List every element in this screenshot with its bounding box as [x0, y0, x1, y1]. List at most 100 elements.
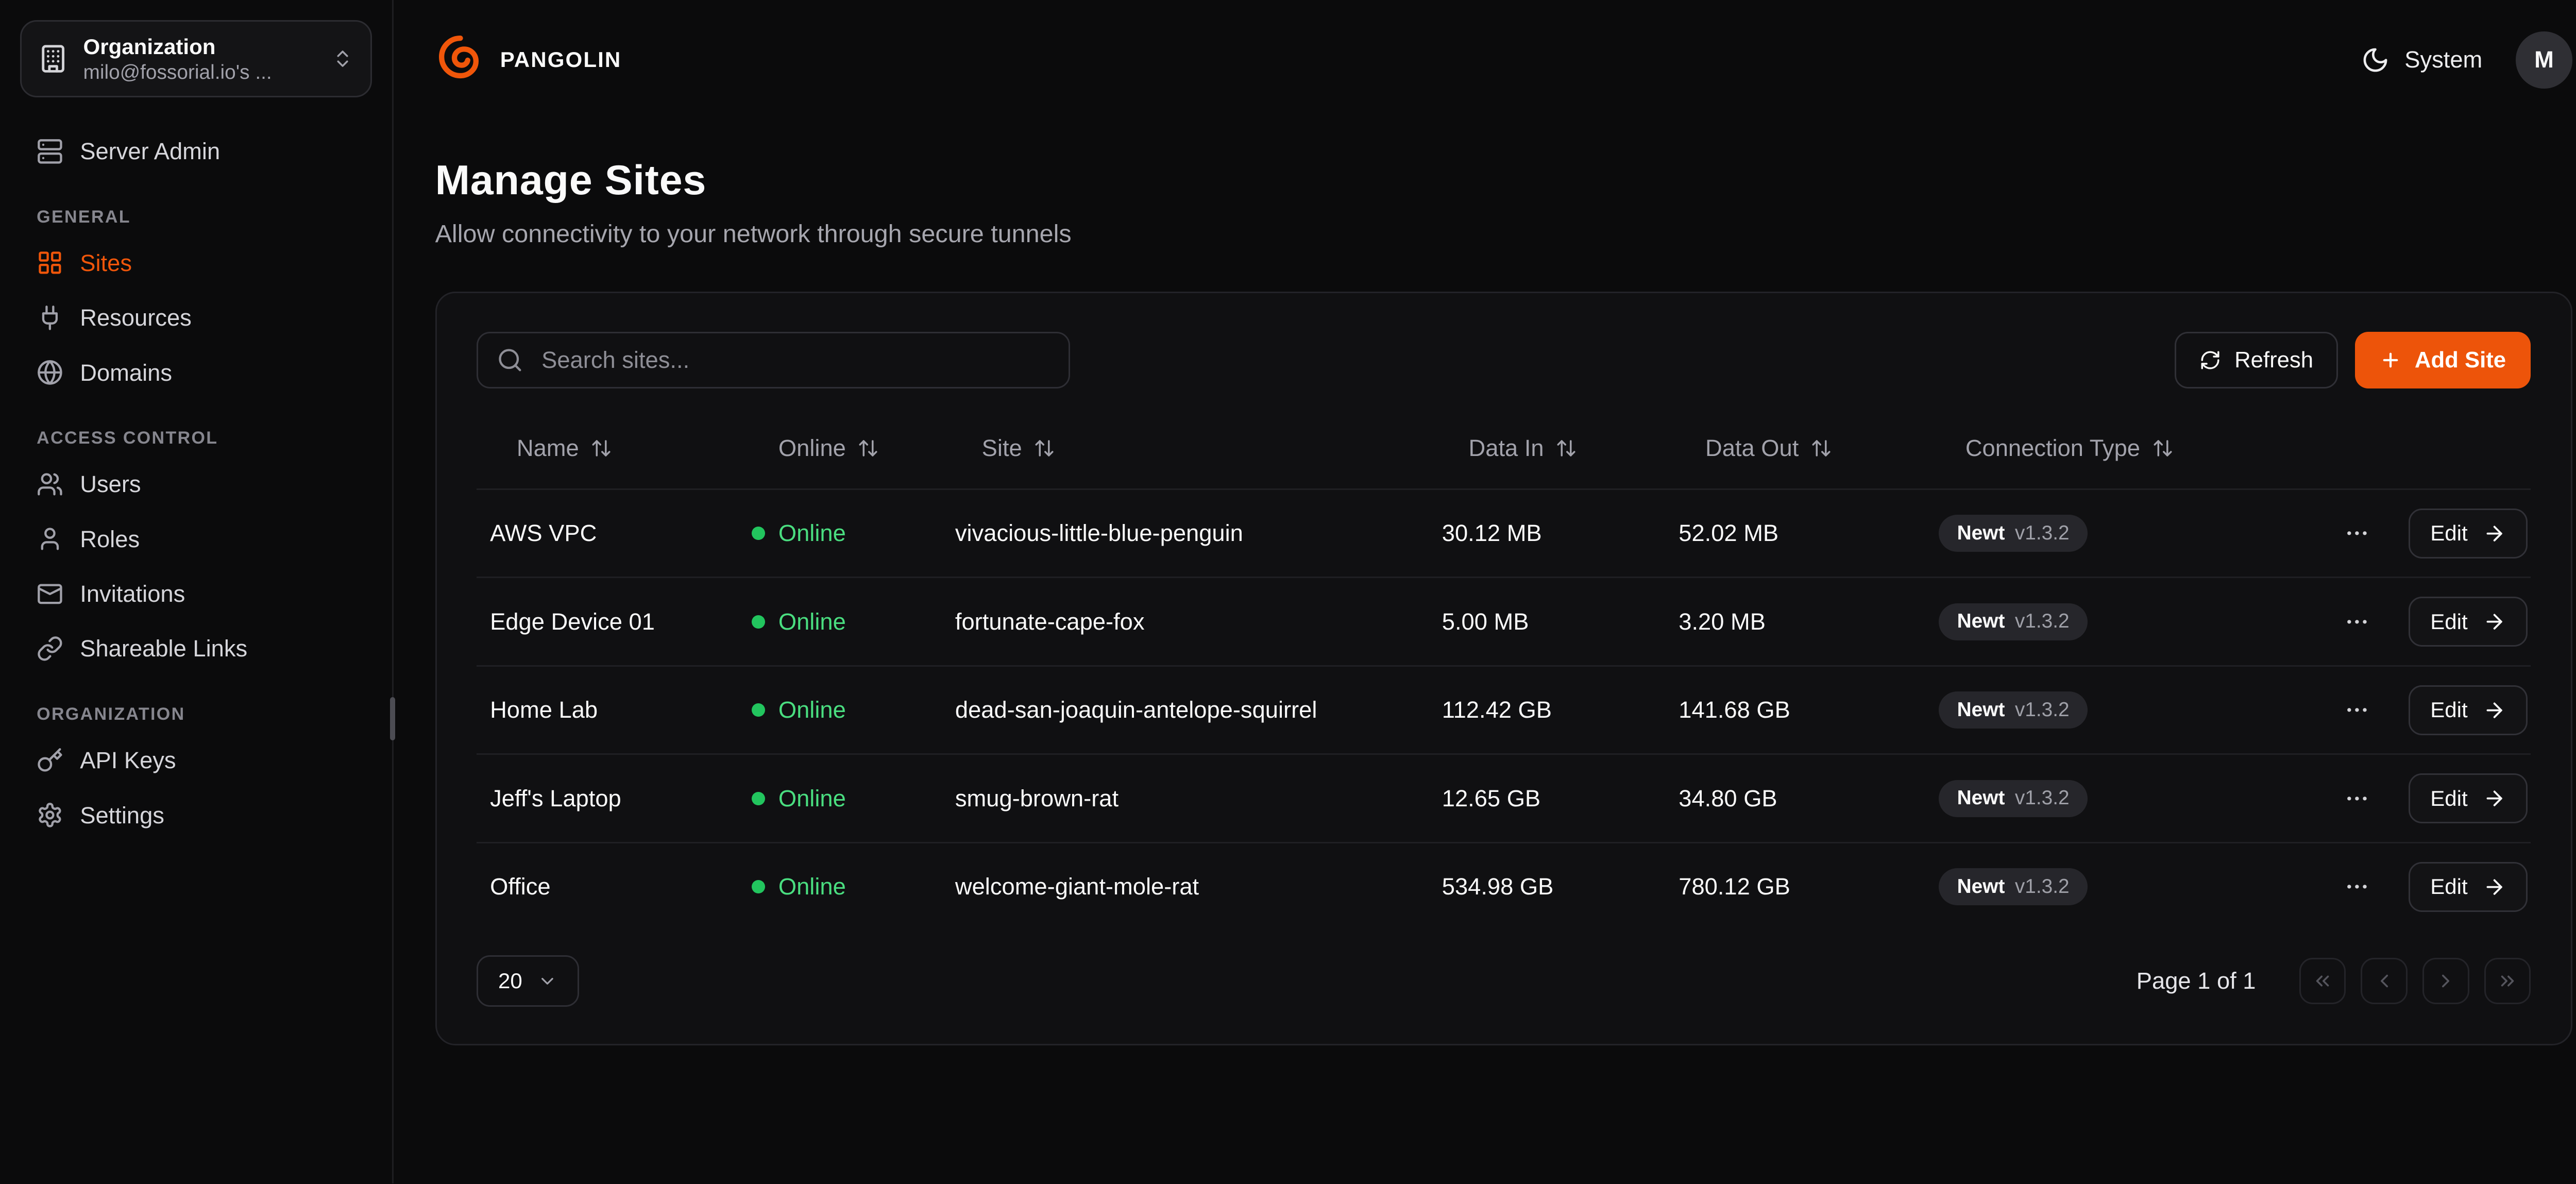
- connection-type-badge: Newt v1.3.2: [1939, 603, 2088, 640]
- edit-button[interactable]: Edit: [2409, 862, 2528, 912]
- globe-icon: [37, 359, 63, 386]
- previous-page-button[interactable]: [2361, 958, 2408, 1005]
- next-page-button[interactable]: [2422, 958, 2469, 1005]
- data-in-cell: 12.65 GB: [1429, 785, 1665, 812]
- sidebar-item-invitations[interactable]: Invitations: [20, 566, 372, 621]
- add-site-button[interactable]: Add Site: [2355, 332, 2531, 388]
- page-content: Manage Sites Allow connectivity to your …: [394, 120, 2576, 1045]
- organization-picker[interactable]: Organization milo@fossorial.io's ...: [20, 20, 372, 97]
- sidebar-scrollbar-thumb[interactable]: [390, 697, 395, 740]
- sidebar-item-users[interactable]: Users: [20, 457, 372, 512]
- link-icon: [37, 635, 63, 662]
- connection-type-name: Newt: [1957, 875, 2005, 899]
- chevron-down-icon: [537, 971, 557, 991]
- row-menu-button[interactable]: [2337, 513, 2377, 553]
- column-header-site[interactable]: Site: [942, 435, 1429, 462]
- sort-icon: [1555, 437, 1577, 459]
- table-header-row: Name Online Site Data In: [477, 409, 2531, 488]
- table-footer: 20 Page 1 of 1: [477, 955, 2531, 1007]
- search-icon: [497, 347, 523, 374]
- connection-type-version: v1.3.2: [2015, 521, 2070, 546]
- arrow-right-icon: [2483, 875, 2506, 899]
- site-tunnel-cell: welcome-giant-mole-rat: [942, 873, 1429, 900]
- column-header-connection-type[interactable]: Connection Type: [1925, 435, 2357, 462]
- app-root: Organization milo@fossorial.io's ... Ser…: [0, 0, 2576, 1183]
- first-page-button[interactable]: [2299, 958, 2346, 1005]
- building-icon: [38, 44, 68, 74]
- row-actions: Edit: [2357, 509, 2531, 559]
- avatar[interactable]: M: [2516, 31, 2572, 88]
- site-tunnel-cell: fortunate-cape-fox: [942, 608, 1429, 635]
- connection-type-version: v1.3.2: [2015, 610, 2070, 634]
- row-menu-button[interactable]: [2337, 690, 2377, 730]
- site-name-cell: Edge Device 01: [477, 608, 738, 635]
- data-out-cell: 780.12 GB: [1665, 873, 1925, 900]
- page-size-select[interactable]: 20: [477, 955, 579, 1007]
- sidebar-item-shareable-links[interactable]: Shareable Links: [20, 621, 372, 676]
- row-menu-button[interactable]: [2337, 602, 2377, 642]
- user-icon: [37, 526, 63, 552]
- sidebar-item-label: Invitations: [80, 578, 185, 610]
- edit-button[interactable]: Edit: [2409, 509, 2528, 559]
- column-header-online[interactable]: Online: [738, 435, 942, 462]
- row-menu-button[interactable]: [2337, 867, 2377, 907]
- online-status-label: Online: [778, 785, 846, 812]
- sidebar-item-settings[interactable]: Settings: [20, 788, 372, 842]
- connection-type-version: v1.3.2: [2015, 786, 2070, 810]
- refresh-button[interactable]: Refresh: [2175, 332, 2338, 388]
- connection-type-cell: Newt v1.3.2: [1925, 515, 2357, 552]
- site-tunnel-cell: dead-san-joaquin-antelope-squirrel: [942, 697, 1429, 723]
- sites-table: Name Online Site Data In: [477, 409, 2531, 931]
- edit-button[interactable]: Edit: [2409, 597, 2528, 647]
- online-status-label: Online: [778, 697, 846, 723]
- arrow-right-icon: [2483, 522, 2506, 545]
- row-actions: Edit: [2357, 597, 2531, 647]
- theme-toggle[interactable]: System: [2361, 46, 2482, 74]
- row-actions: Edit: [2357, 773, 2531, 823]
- connection-type-cell: Newt v1.3.2: [1925, 603, 2357, 640]
- search-box: [477, 332, 1070, 388]
- search-input[interactable]: [538, 345, 1050, 375]
- online-status-dot: [752, 880, 765, 893]
- sidebar-item-roles[interactable]: Roles: [20, 512, 372, 566]
- data-out-cell: 3.20 MB: [1665, 608, 1925, 635]
- connection-type-name: Newt: [1957, 521, 2005, 546]
- data-out-cell: 52.02 MB: [1665, 520, 1925, 547]
- sidebar-item-sites[interactable]: Sites: [20, 235, 372, 290]
- table-row: AWS VPC Online vivacious-little-blue-pen…: [477, 488, 2531, 577]
- refresh-icon: [2199, 349, 2221, 371]
- sidebar-item-server-admin[interactable]: Server Admin: [20, 124, 372, 179]
- edit-button[interactable]: Edit: [2409, 685, 2528, 735]
- sidebar-item-label: Resources: [80, 302, 192, 333]
- last-page-button[interactable]: [2484, 958, 2531, 1005]
- plus-icon: [2380, 349, 2401, 371]
- sidebar-item-label: Users: [80, 468, 141, 500]
- table-row: Home Lab Online dead-san-joaquin-antelop…: [477, 665, 2531, 754]
- column-header-name[interactable]: Name: [477, 435, 738, 462]
- section-label-organization: ORGANIZATION: [20, 704, 372, 724]
- row-menu-button[interactable]: [2337, 779, 2377, 819]
- mail-icon: [37, 581, 63, 607]
- column-header-data-in[interactable]: Data In: [1429, 435, 1665, 462]
- users-icon: [37, 471, 63, 498]
- connection-type-name: Newt: [1957, 698, 2005, 722]
- section-label-general: GENERAL: [20, 207, 372, 227]
- connection-type-badge: Newt v1.3.2: [1939, 691, 2088, 729]
- sidebar-item-label: Server Admin: [80, 136, 220, 167]
- sidebar-item-resources[interactable]: Resources: [20, 291, 372, 345]
- server-icon: [37, 138, 63, 165]
- edit-button[interactable]: Edit: [2409, 773, 2528, 823]
- sidebar-item-domains[interactable]: Domains: [20, 345, 372, 400]
- site-name-cell: AWS VPC: [477, 520, 738, 547]
- data-out-cell: 34.80 GB: [1665, 785, 1925, 812]
- sidebar: Organization milo@fossorial.io's ... Ser…: [0, 0, 394, 1183]
- connection-type-cell: Newt v1.3.2: [1925, 691, 2357, 729]
- sites-card: Refresh Add Site Name: [435, 292, 2572, 1045]
- sidebar-item-label: Settings: [80, 800, 164, 831]
- table-row: Jeff's Laptop Online smug-brown-rat 12.6…: [477, 753, 2531, 842]
- site-name-cell: Office: [477, 873, 738, 900]
- connection-type-badge: Newt v1.3.2: [1939, 780, 2088, 817]
- brand[interactable]: PANGOLIN: [435, 32, 622, 88]
- sidebar-item-api-keys[interactable]: API Keys: [20, 733, 372, 787]
- column-header-data-out[interactable]: Data Out: [1665, 435, 1925, 462]
